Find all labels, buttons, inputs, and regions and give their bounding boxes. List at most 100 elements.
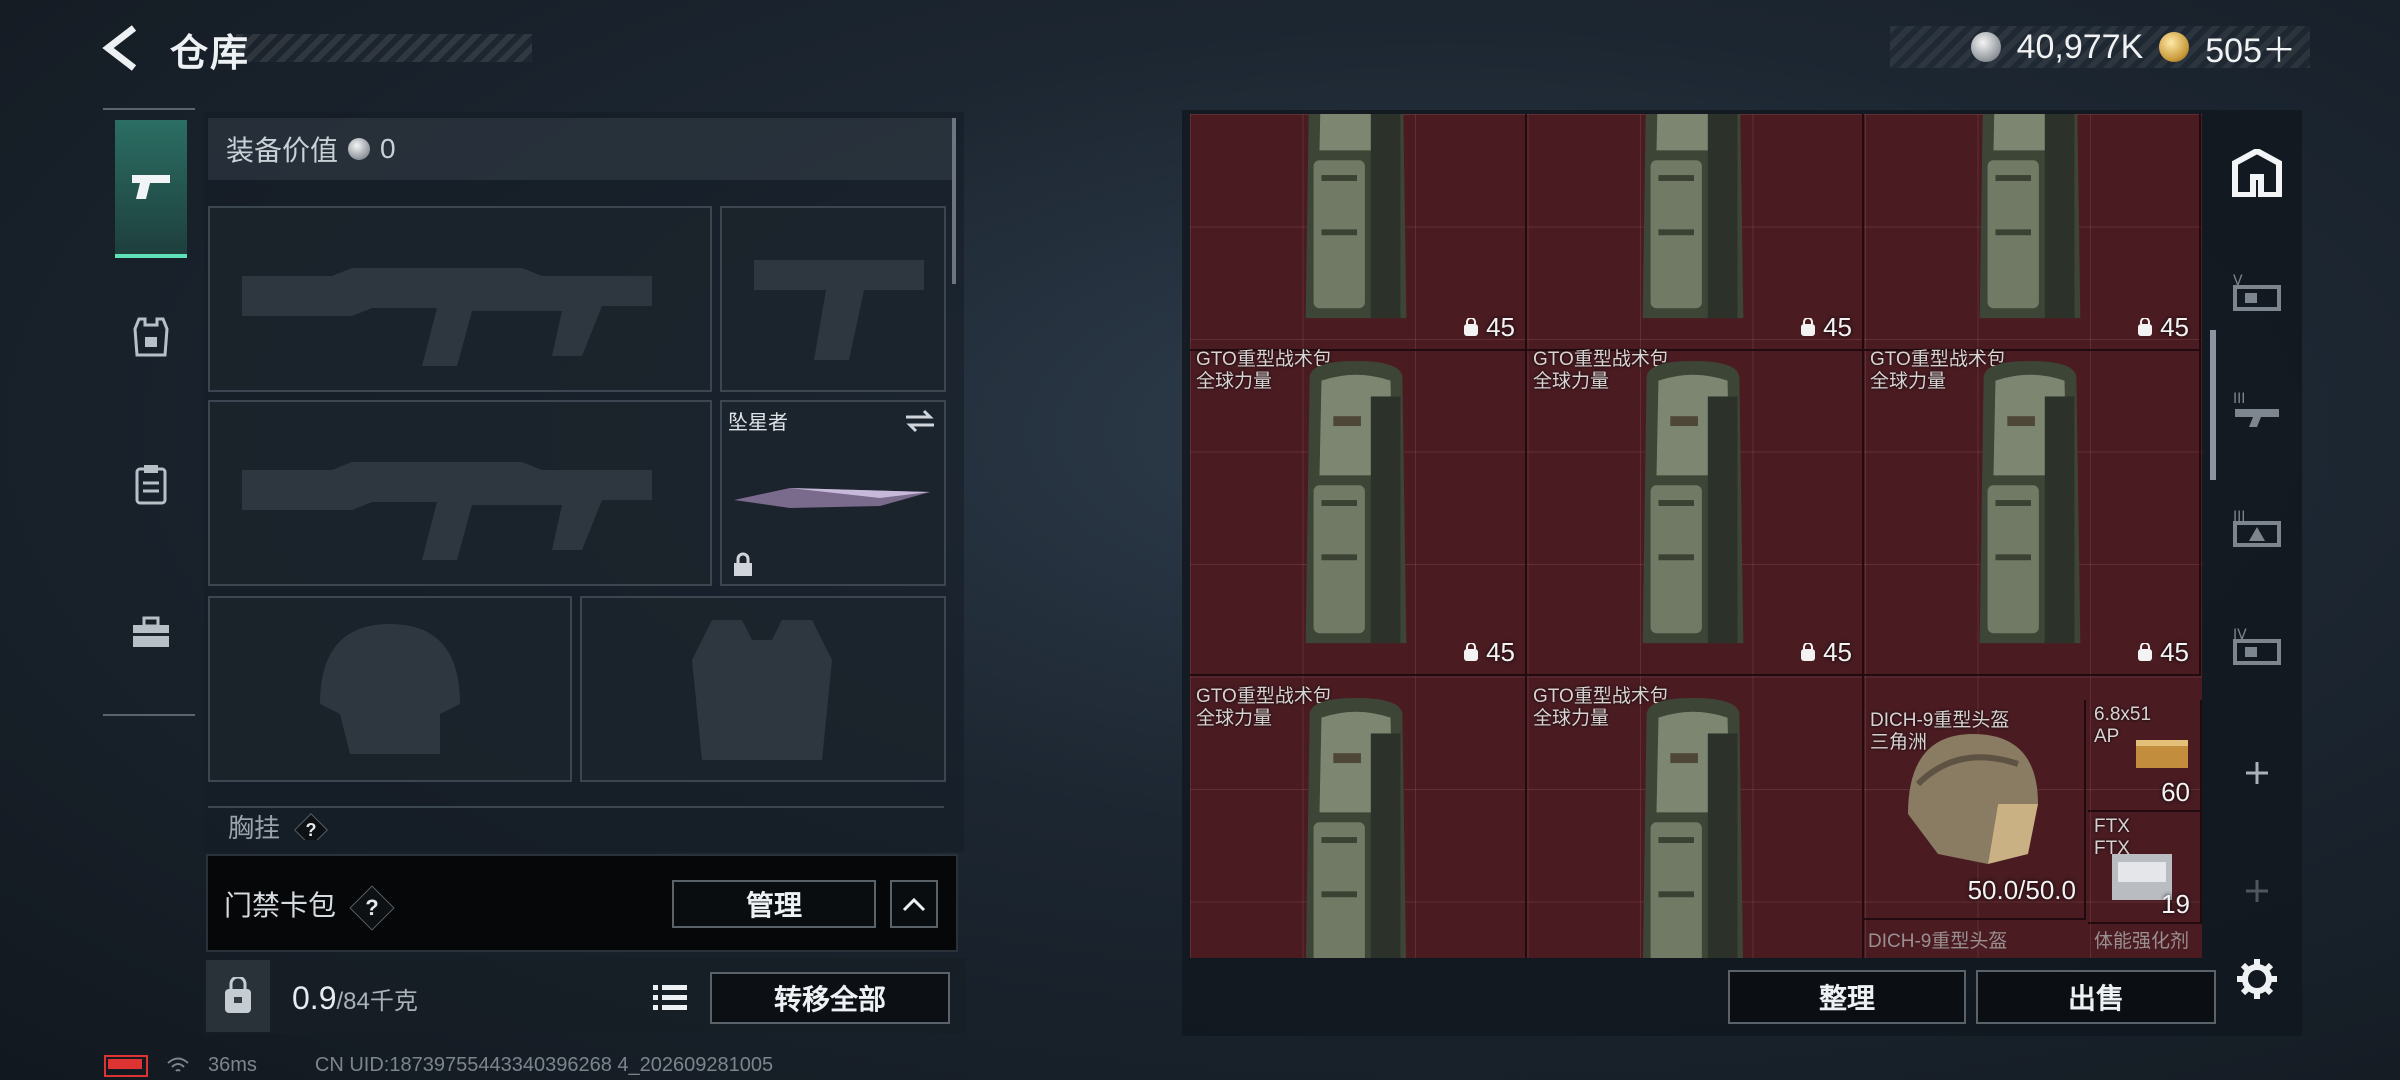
- stash-item-backpack[interactable]: GTO重型战术包 全球力量: [1527, 676, 1864, 958]
- back-button[interactable]: [100, 24, 144, 72]
- add-icon-disabled: [2246, 880, 2268, 902]
- stash-item-backpack[interactable]: 45: [1527, 114, 1864, 351]
- backpack-icon: [225, 977, 251, 1013]
- chest-rig-section-header: 胸挂 ?: [208, 806, 944, 840]
- helmet-silhouette-icon: [320, 624, 460, 754]
- shelf-tab-3b[interactable]: III: [2218, 472, 2296, 582]
- ping-readout: 36ms: [208, 1054, 257, 1076]
- current-weight: 0.9: [292, 980, 337, 1016]
- clipboard-icon: [135, 465, 167, 505]
- helmet-slot[interactable]: [208, 596, 572, 782]
- partial-item-name: DICH-9重型头盔: [1868, 931, 2008, 952]
- currency-gold-value[interactable]: 505＋: [2205, 23, 2296, 72]
- tier-III-shelf-icon: III: [2233, 391, 2279, 427]
- shelf-tab-home[interactable]: [2218, 118, 2296, 228]
- secondary-weapon-slot[interactable]: [208, 400, 712, 586]
- status-bar: 36ms CN UID:18739755443340396268 4_20260…: [104, 1054, 773, 1077]
- sell-button[interactable]: 出售: [1976, 970, 2216, 1024]
- battery-charging-icon: [104, 1054, 148, 1077]
- keycard-case-label-group: 门禁卡包 ?: [224, 884, 395, 931]
- pistol-silhouette-icon: [754, 260, 924, 360]
- shelf-tab-5[interactable]: V: [2218, 236, 2296, 346]
- keycard-case-label: 门禁卡包: [224, 890, 337, 921]
- home-shelf-icon: [2232, 149, 2282, 197]
- keycard-help-icon[interactable]: ?: [349, 884, 395, 931]
- melee-slot[interactable]: 坠星者: [720, 400, 946, 586]
- sort-button[interactable]: 整理: [1728, 970, 1966, 1024]
- nav-weapons-tab[interactable]: [115, 120, 187, 258]
- backpack-item-image: [1956, 355, 2104, 660]
- gold-coin-icon: [2159, 32, 2190, 62]
- settings-button[interactable]: [2232, 954, 2282, 1004]
- silver-coin-icon: [348, 138, 371, 160]
- page-title: 仓库: [170, 33, 251, 75]
- manage-keycard-button[interactable]: 管理: [672, 880, 876, 928]
- currency-bar: 40,977K 505＋: [1890, 26, 2310, 70]
- stash-item-helmet[interactable]: DICH-9重型头盔 三角洲 50.0/50.0: [1864, 700, 2086, 920]
- stash-item-backpack[interactable]: GTO重型战术包 全球力量 45: [1527, 339, 1864, 676]
- shelf-tab-4[interactable]: IV: [2218, 590, 2296, 700]
- add-shelf-button[interactable]: [2218, 718, 2296, 828]
- ammo-count: 60: [2161, 777, 2190, 807]
- armor-rig-icon: [133, 317, 169, 357]
- body-armor-slot[interactable]: [580, 596, 946, 782]
- add-shelf-button-disabled: [2218, 836, 2296, 946]
- backpack-mini-icon: [2138, 317, 2153, 336]
- weight-readout: 0.9/84千克: [292, 980, 418, 1017]
- backpack-item-image: [1956, 114, 2104, 335]
- backpack-mini-icon: [1801, 317, 1816, 336]
- primary-weapon-slot[interactable]: [208, 206, 712, 392]
- help-icon[interactable]: ?: [294, 813, 329, 840]
- user-uid: CN UID:18739755443340396268 4_2026092810…: [314, 1054, 774, 1076]
- backpack-item-image: [1282, 114, 1430, 335]
- nav-armor-tab[interactable]: [115, 268, 187, 406]
- lock-icon: [734, 552, 752, 576]
- wifi-icon: [167, 1057, 189, 1072]
- backpack-lock-button[interactable]: [206, 960, 270, 1032]
- stash-item-backpack[interactable]: GTO重型战术包 全球力量 45: [1190, 339, 1527, 676]
- backpack-mini-icon: [1801, 642, 1816, 661]
- stash-item-backpack[interactable]: GTO重型战术包 全球力量: [1190, 676, 1527, 958]
- loadout-scrollbar[interactable]: [952, 118, 956, 284]
- toolbox-icon: [133, 616, 169, 647]
- max-weight: /84千克: [336, 988, 418, 1015]
- stash-item-backpack[interactable]: 45: [1190, 114, 1527, 351]
- partial-item-name: 体能强化剂: [2094, 931, 2190, 952]
- equipment-value: 0: [380, 133, 396, 164]
- nav-backpack-tab[interactable]: [115, 416, 187, 554]
- equipment-value-bar: 装备价值 0: [208, 118, 952, 180]
- item-count: 45: [1462, 637, 1515, 668]
- stash-item-backpack[interactable]: 45: [1864, 114, 2201, 351]
- stash-shelf-tabs: V III III IV: [2218, 118, 2296, 938]
- currency-silver-value: 40,977K: [2016, 27, 2144, 66]
- list-view-button[interactable]: [648, 974, 692, 1020]
- silver-coin-icon: [1970, 32, 2001, 62]
- expand-keycard-button[interactable]: [890, 880, 938, 928]
- combat-knife-icon: [734, 488, 930, 508]
- backpack-item-image: [1619, 114, 1767, 335]
- gear-icon: [2237, 959, 2277, 999]
- stash-item-ftx[interactable]: FTX FTX 19: [2088, 812, 2202, 924]
- pistol-slot[interactable]: [720, 206, 946, 392]
- chevron-up-icon: [902, 897, 926, 912]
- backpack-item-image: [1282, 692, 1430, 958]
- rifle-silhouette-icon: [242, 268, 652, 366]
- loadout-category-nav: [103, 108, 195, 716]
- helmet-item-image: [1908, 734, 2038, 864]
- tier-III-warning-shelf-icon: III: [2233, 509, 2281, 547]
- add-icon: [2246, 762, 2268, 784]
- stash-item-ammo[interactable]: 6.8x51 AP 60: [2088, 700, 2202, 812]
- helmet-durability: 50.0/50.0: [1967, 875, 2076, 905]
- stash-item-backpack[interactable]: GTO重型战术包 全球力量 45: [1864, 339, 2201, 676]
- shelf-tab-3[interactable]: III: [2218, 354, 2296, 464]
- swap-icon[interactable]: [904, 408, 936, 434]
- tier-V-shelf-icon: V: [2233, 273, 2281, 311]
- title-stripe-decoration: [236, 34, 532, 62]
- nav-tools-tab[interactable]: [115, 564, 187, 702]
- backpack-item-image: [1619, 355, 1767, 660]
- equipment-value-label: 装备价值: [226, 135, 339, 166]
- transfer-all-button[interactable]: 转移全部: [710, 972, 950, 1024]
- stash-scrollbar[interactable]: [2210, 330, 2216, 480]
- backpack-item-image: [1282, 355, 1430, 660]
- backpack-mini-icon: [2138, 642, 2153, 661]
